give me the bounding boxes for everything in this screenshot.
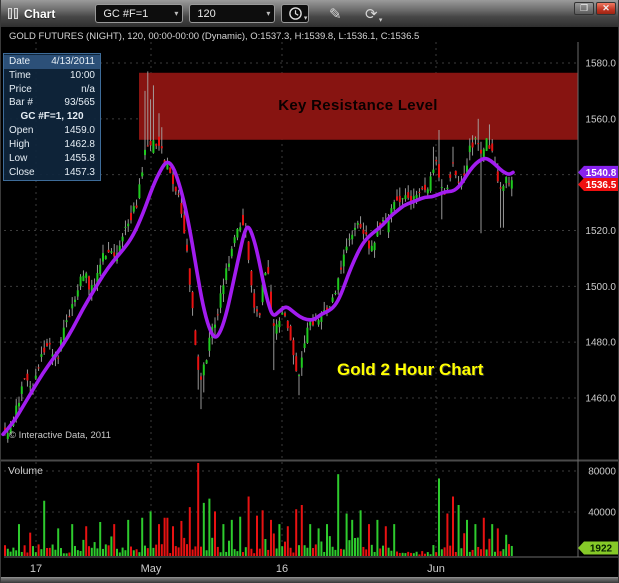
chevron-down-icon: ▾ xyxy=(379,18,383,24)
chevron-down-icon: ▾ xyxy=(168,9,178,18)
close-icon: ✕ xyxy=(602,3,610,14)
draw-button[interactable]: ✎ xyxy=(323,4,347,24)
svg-text:May: May xyxy=(141,563,162,575)
chart-header-line: GOLD FUTURES (NIGHT), 120, 00:00-00:00 (… xyxy=(9,31,419,42)
last-price-tag: 1536.5 xyxy=(578,178,619,191)
chart-window: Chart GC #F=1 ▾ 120 ▾ ▾ ✎ ⟳ ▾ ❐ ✕ xyxy=(0,0,619,583)
resistance-annotation: Key Resistance Level xyxy=(139,97,577,114)
svg-text:1922: 1922 xyxy=(590,544,613,555)
svg-text:Jun: Jun xyxy=(427,563,445,575)
ma-price-tag: 1540.8 xyxy=(578,166,619,179)
time-axis-labels: 17 May 16 Jun xyxy=(30,563,445,575)
svg-text:1560.0: 1560.0 xyxy=(585,114,616,125)
window-title: Chart xyxy=(24,7,55,21)
volume-bars xyxy=(4,463,513,556)
tooltip-row-open: Open1459.0 xyxy=(4,124,100,138)
copyright-text: © Interactive Data, 2011 xyxy=(9,430,111,441)
svg-text:1520.0: 1520.0 xyxy=(585,226,616,237)
symbol-dropdown[interactable]: GC #F=1 ▾ xyxy=(95,4,183,23)
svg-text:1460.0: 1460.0 xyxy=(585,394,616,405)
svg-text:1540.8: 1540.8 xyxy=(586,168,617,179)
tooltip-row-date: Date4/13/2011 xyxy=(4,55,100,69)
interval-dropdown[interactable]: 120 ▾ xyxy=(189,4,275,23)
window-icon xyxy=(8,8,18,19)
clock-icon xyxy=(288,6,303,21)
refresh-icon: ⟳ xyxy=(365,5,378,23)
volume-tag: 1922 xyxy=(578,542,619,555)
restore-window-button[interactable]: ❐ xyxy=(574,2,594,15)
svg-text:16: 16 xyxy=(276,563,288,575)
volume-pane-label: Volume xyxy=(8,465,43,477)
svg-text:17: 17 xyxy=(30,563,42,575)
tooltip-row-time: Time10:00 xyxy=(4,69,100,83)
svg-text:1580.0: 1580.0 xyxy=(585,59,616,70)
pencil-icon: ✎ xyxy=(329,5,342,23)
tooltip-row-low: Low1455.8 xyxy=(4,152,100,166)
tooltip-row-high: High1462.8 xyxy=(4,138,100,152)
svg-text:80000: 80000 xyxy=(588,467,616,478)
close-window-button[interactable]: ✕ xyxy=(596,2,616,15)
bottom-scrollbar[interactable] xyxy=(1,577,618,583)
refresh-button[interactable]: ⟳ ▾ xyxy=(359,4,383,24)
svg-text:1480.0: 1480.0 xyxy=(585,338,616,349)
time-interval-button[interactable]: ▾ xyxy=(281,4,309,23)
svg-text:1500.0: 1500.0 xyxy=(585,282,616,293)
symbol-dropdown-value: GC #F=1 xyxy=(103,8,148,20)
price-axis-labels: 1580.0 1560.0 1520.0 1500.0 1480.0 1460.0 8000… xyxy=(585,59,616,519)
tooltip-row-bar: Bar #93/565 xyxy=(4,96,100,110)
chart-title-annotation: Gold 2 Hour Chart xyxy=(337,360,483,380)
svg-text:1536.5: 1536.5 xyxy=(586,180,617,191)
data-window: Date4/13/2011 Time10:00 Pricen/a Bar #93… xyxy=(3,53,101,181)
svg-text:40000: 40000 xyxy=(588,508,616,519)
interval-dropdown-value: 120 xyxy=(197,8,215,20)
tooltip-symbol-header: GC #F=1, 120 xyxy=(4,110,100,124)
tooltip-row-close: Close1457.3 xyxy=(4,166,100,180)
chevron-down-icon: ▾ xyxy=(304,16,308,22)
titlebar: Chart GC #F=1 ▾ 120 ▾ ▾ ✎ ⟳ ▾ ❐ ✕ xyxy=(1,0,618,27)
chevron-down-icon: ▾ xyxy=(260,9,270,18)
restore-icon: ❐ xyxy=(580,3,588,14)
tooltip-row-price: Pricen/a xyxy=(4,83,100,97)
